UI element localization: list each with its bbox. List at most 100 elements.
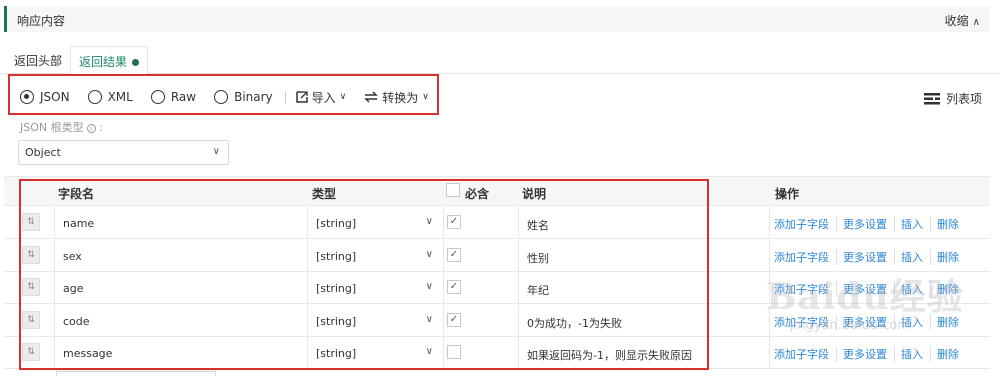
- json-root-type-label: JSON 根类型 i :: [20, 121, 103, 134]
- convert-button[interactable]: 转换为 ∨: [364, 89, 429, 106]
- field-description-input[interactable]: 0为成功，-1为失败: [518, 304, 770, 336]
- response-tabs: 返回头部 返回结果: [0, 46, 1000, 75]
- field-description-input[interactable]: 如果返回码为-1，则显示失败原因: [518, 337, 770, 368]
- tab-response-results[interactable]: 返回结果: [70, 46, 149, 75]
- delete-link[interactable]: 删除: [937, 249, 966, 265]
- baidu-watermark-url: jingyan.baidu.com: [790, 318, 910, 333]
- info-icon[interactable]: i: [86, 123, 96, 133]
- field-type-select[interactable]: [string] ∨: [307, 207, 443, 238]
- field-description-value: 年纪: [527, 284, 549, 297]
- required-checkbox[interactable]: ✓: [447, 247, 461, 262]
- select-all-required-checkbox[interactable]: [446, 183, 460, 197]
- field-type-value: [string]: [316, 249, 357, 263]
- chevron-down-icon: ∨: [425, 216, 433, 227]
- field-type-select[interactable]: [string] ∨: [307, 239, 443, 271]
- required-cell: ✓: [443, 207, 518, 238]
- radio-checked-icon: [20, 90, 34, 104]
- chevron-down-icon: ∨: [425, 281, 433, 292]
- field-description-value: 0为成功，-1为失败: [527, 316, 622, 330]
- drag-handle-icon[interactable]: ⇅: [22, 343, 40, 361]
- table-row: ⇅ sex [string] ∨ ✓ 性别 添加子字段 更多设置 插入 删除: [4, 239, 990, 272]
- add-child-field-link[interactable]: 添加子字段: [774, 248, 837, 265]
- header-actions: 操作: [775, 187, 800, 201]
- chevron-down-icon: ∨: [425, 248, 433, 260]
- field-description-input[interactable]: 性别: [518, 239, 770, 271]
- chevron-down-icon: ∨: [425, 313, 433, 325]
- collapse-label: 收缩: [944, 14, 969, 28]
- section-title: 响应内容: [17, 14, 66, 28]
- json-root-label-text: JSON 根类型: [20, 121, 84, 134]
- field-type-value: [string]: [316, 314, 357, 328]
- row-actions: 添加子字段 更多设置 插入 删除: [774, 248, 972, 265]
- list-mode-button[interactable]: 列表项: [923, 90, 982, 107]
- field-type-value: [string]: [316, 217, 357, 230]
- radio-xml[interactable]: XML: [87, 90, 133, 104]
- field-name-value: age: [63, 282, 84, 295]
- response-content-header: 响应内容 收缩 ∧: [4, 6, 990, 32]
- header-description: 说明: [522, 187, 547, 201]
- radio-xml-label: XML: [107, 90, 133, 104]
- list-mode-label: 列表项: [945, 92, 982, 106]
- drag-handle-icon[interactable]: ⇅: [22, 278, 40, 296]
- chevron-down-icon: ∨: [422, 92, 429, 102]
- field-type-select[interactable]: [string] ∨: [307, 304, 443, 336]
- import-icon: [295, 91, 308, 103]
- table-row: ⇅ name [string] ∨ ✓ 姓名 添加子字段 更多设置 插入 删除: [4, 207, 990, 239]
- radio-unchecked-icon: [87, 90, 102, 104]
- drag-handle-icon[interactable]: ⇅: [22, 245, 40, 264]
- field-name-value: message: [63, 347, 113, 360]
- field-type-value: [string]: [316, 347, 357, 360]
- field-type-select[interactable]: [string] ∨: [307, 337, 443, 368]
- header-type: 类型: [312, 187, 337, 201]
- insert-link[interactable]: 插入: [901, 216, 931, 232]
- field-type-select[interactable]: [string] ∨: [307, 272, 443, 303]
- field-description-input[interactable]: 姓名: [518, 207, 770, 238]
- field-name-input[interactable]: message: [54, 337, 307, 368]
- table-header: 字段名 类型 必含 说明 操作: [4, 176, 990, 206]
- required-checkbox[interactable]: ✓: [447, 215, 461, 229]
- baidu-watermark: Baidu经验: [766, 276, 964, 318]
- radio-binary-label: Binary: [234, 90, 273, 104]
- json-root-type-select[interactable]: Object ∨: [18, 140, 229, 165]
- tab-results-label: 返回结果: [79, 55, 128, 69]
- field-name-input[interactable]: name: [54, 207, 307, 238]
- required-checkbox[interactable]: ✓: [447, 312, 461, 327]
- radio-unchecked-icon: [150, 90, 165, 104]
- field-name-input[interactable]: code: [54, 304, 307, 336]
- insert-link[interactable]: 插入: [901, 248, 931, 265]
- radio-json-label: JSON: [40, 90, 70, 104]
- delete-link[interactable]: 删除: [937, 216, 966, 232]
- field-description-input[interactable]: 年纪: [518, 272, 770, 303]
- radio-raw[interactable]: Raw: [150, 90, 196, 104]
- insert-link[interactable]: 插入: [901, 346, 931, 362]
- radio-binary[interactable]: Binary: [214, 90, 273, 104]
- convert-icon: [364, 91, 379, 103]
- required-checkbox[interactable]: [447, 345, 461, 359]
- required-cell: ✓: [443, 239, 518, 271]
- required-cell: ✓: [443, 272, 518, 303]
- more-settings-link[interactable]: 更多设置: [843, 216, 895, 232]
- field-name-input[interactable]: age: [54, 272, 307, 303]
- required-checkbox[interactable]: ✓: [447, 280, 461, 294]
- format-bar: JSON XML Raw Binary 导入 ∨ 转换为 ∨: [20, 86, 447, 108]
- radio-json[interactable]: JSON: [20, 90, 70, 104]
- convert-label: 转换为: [382, 90, 419, 105]
- chevron-down-icon: ∨: [212, 146, 220, 157]
- field-type-value: [string]: [316, 282, 357, 295]
- field-name-input[interactable]: sex: [54, 239, 307, 271]
- drag-handle-icon[interactable]: ⇅: [22, 213, 40, 231]
- more-settings-link[interactable]: 更多设置: [843, 346, 895, 362]
- delete-link[interactable]: 删除: [937, 346, 966, 362]
- import-button[interactable]: 导入 ∨: [295, 89, 347, 106]
- chevron-up-icon: ∧: [972, 17, 980, 28]
- add-child-field-link[interactable]: 添加子字段: [774, 216, 837, 232]
- field-name-value: sex: [63, 249, 82, 263]
- more-settings-link[interactable]: 更多设置: [843, 248, 895, 265]
- chevron-down-icon: ∨: [339, 92, 347, 102]
- row-actions: 添加子字段 更多设置 插入 删除: [774, 346, 972, 362]
- add-child-field-link[interactable]: 添加子字段: [774, 346, 837, 362]
- tab-response-headers[interactable]: 返回头部: [14, 52, 62, 69]
- collapse-button[interactable]: 收缩 ∧: [945, 12, 980, 29]
- drag-handle-icon[interactable]: ⇅: [22, 310, 40, 329]
- add-field-input[interactable]: [56, 371, 216, 376]
